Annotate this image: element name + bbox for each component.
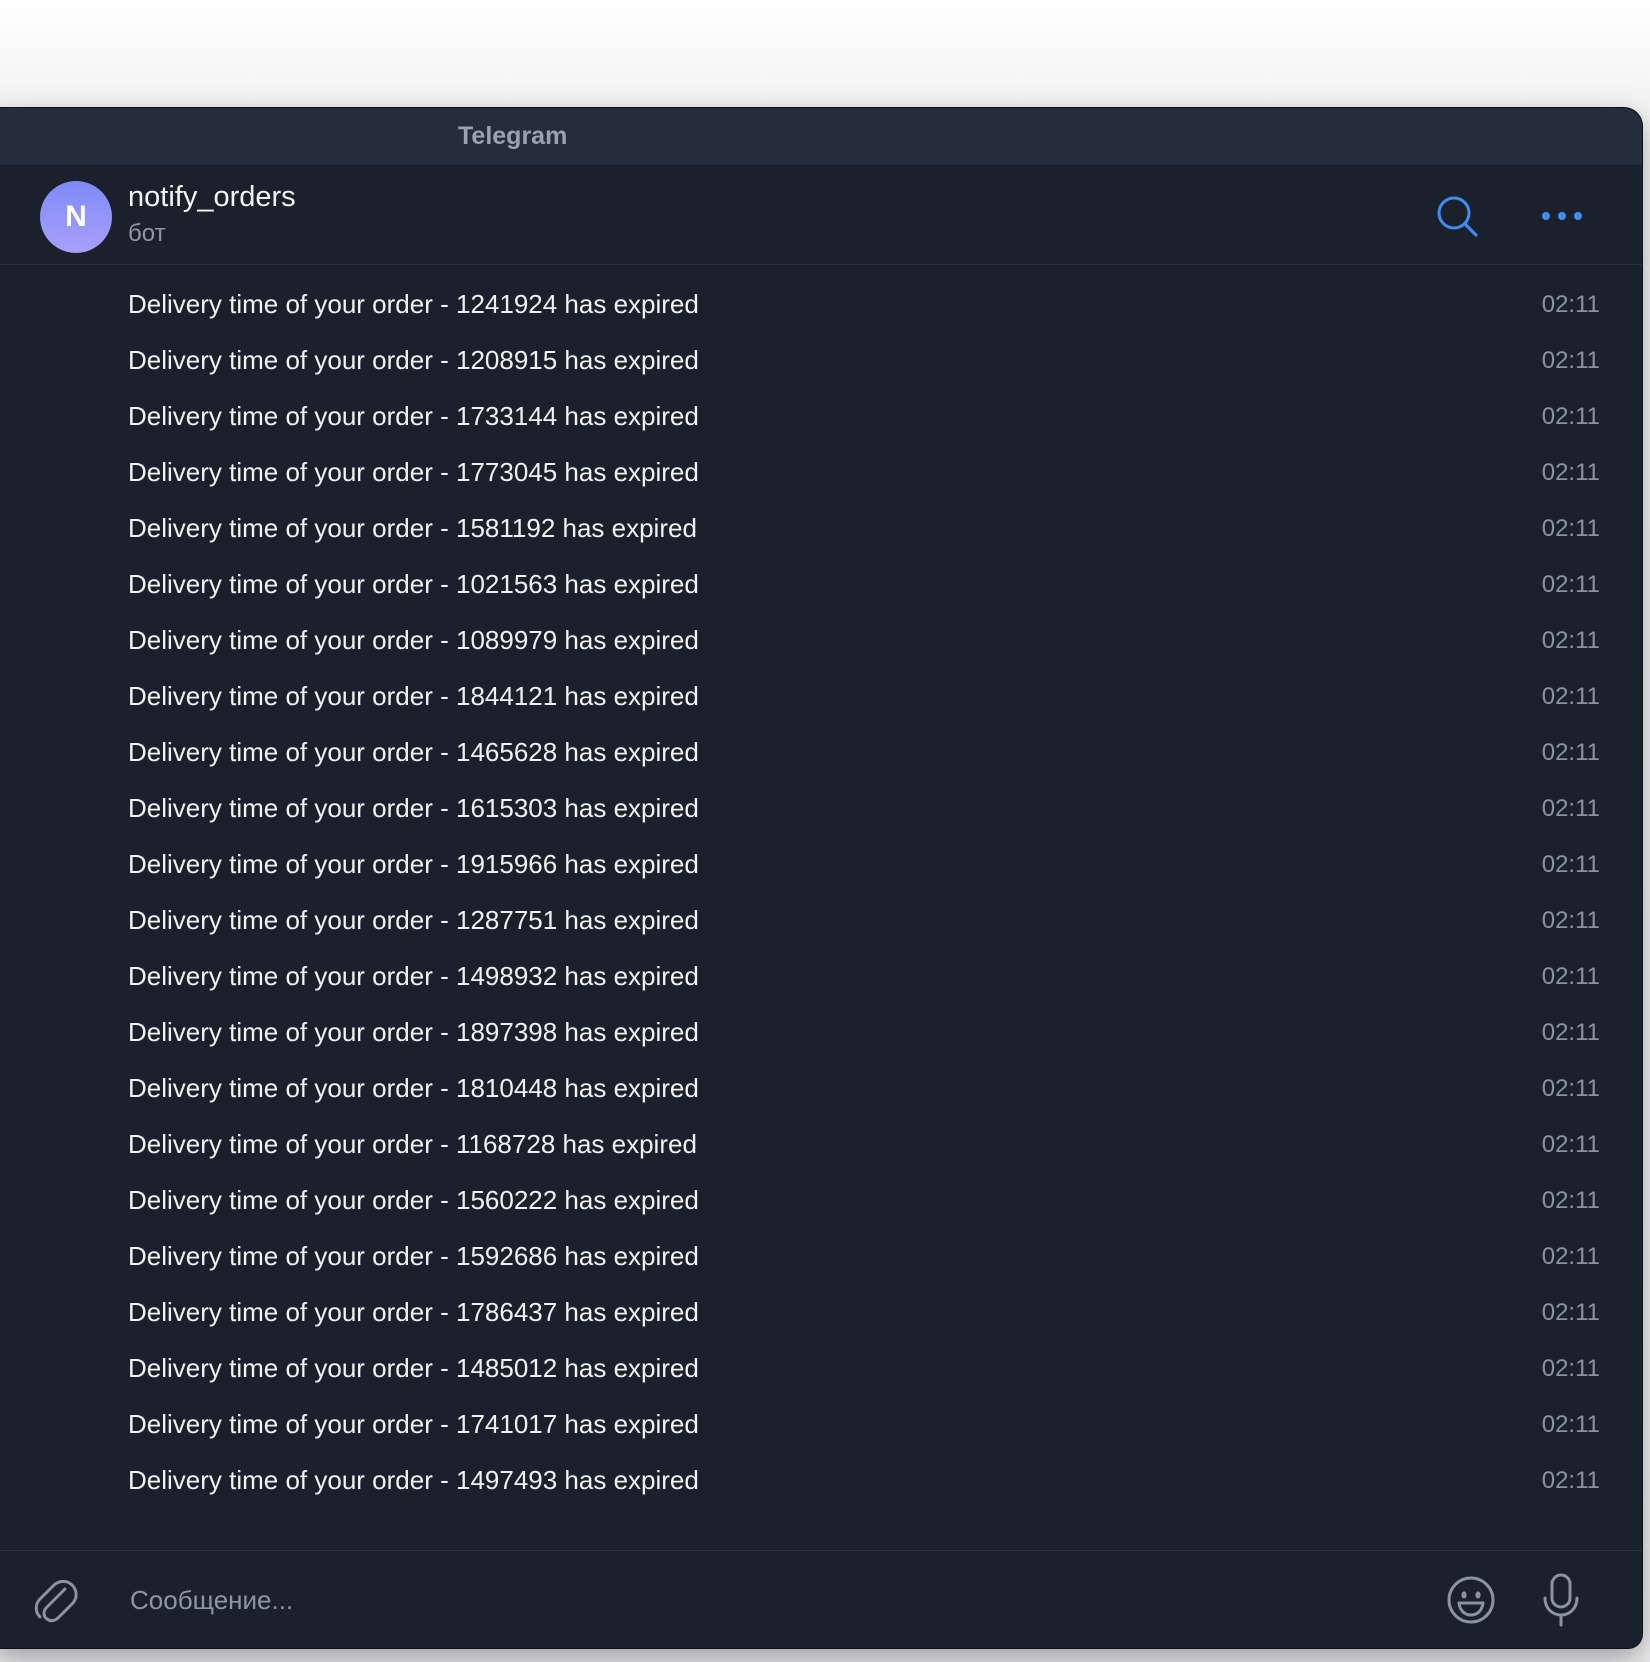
more-options-button[interactable] <box>1537 191 1587 241</box>
chat-header: N notify_orders бот <box>0 165 1642 265</box>
telegram-window: Telegram N notify_orders бот Delivery ti… <box>0 108 1642 1648</box>
window-titlebar[interactable]: Telegram <box>0 108 1642 165</box>
chat-title[interactable]: notify_orders <box>128 181 296 214</box>
message-time: 02:11 <box>1541 1355 1600 1382</box>
message-row[interactable]: Delivery time of your order - 1615303 ha… <box>0 781 1642 837</box>
avatar[interactable]: N <box>40 181 112 253</box>
message-row[interactable]: Delivery time of your order - 1915966 ha… <box>0 837 1642 893</box>
message-time: 02:11 <box>1541 1243 1600 1270</box>
message-time: 02:11 <box>1541 459 1600 486</box>
message-row[interactable]: Delivery time of your order - 1465628 ha… <box>0 725 1642 781</box>
message-time: 02:11 <box>1541 1467 1600 1494</box>
message-text: Delivery time of your order - 1560222 ha… <box>128 1185 699 1215</box>
message-time: 02:11 <box>1541 291 1600 318</box>
message-time: 02:11 <box>1541 683 1600 710</box>
message-text: Delivery time of your order - 1592686 ha… <box>128 1241 699 1271</box>
message-time: 02:11 <box>1541 571 1600 598</box>
message-time: 02:11 <box>1541 1411 1600 1438</box>
message-row[interactable]: Delivery time of your order - 1581192 ha… <box>0 501 1642 557</box>
message-text: Delivery time of your order - 1915966 ha… <box>128 849 699 879</box>
message-row[interactable]: Delivery time of your order - 1733144 ha… <box>0 389 1642 445</box>
message-time: 02:11 <box>1541 515 1600 542</box>
search-button[interactable] <box>1432 191 1482 241</box>
message-time: 02:11 <box>1541 907 1600 934</box>
message-text: Delivery time of your order - 1897398 ha… <box>128 1017 699 1047</box>
message-time: 02:11 <box>1541 963 1600 990</box>
message-text: Delivery time of your order - 1581192 ha… <box>128 513 697 543</box>
message-text: Delivery time of your order - 1208915 ha… <box>128 345 699 375</box>
composer-bar <box>0 1550 1642 1648</box>
message-row[interactable]: Delivery time of your order - 1485012 ha… <box>0 1341 1642 1397</box>
message-time: 02:11 <box>1541 1187 1600 1214</box>
message-list[interactable]: Delivery time of your order - 1241924 ha… <box>0 265 1642 1503</box>
message-row[interactable]: Delivery time of your order - 1560222 ha… <box>0 1173 1642 1229</box>
message-time: 02:11 <box>1541 851 1600 878</box>
message-time: 02:11 <box>1541 795 1600 822</box>
message-row[interactable]: Delivery time of your order - 1810448 ha… <box>0 1061 1642 1117</box>
more-horizontal-icon <box>1542 212 1582 220</box>
message-time: 02:11 <box>1541 1019 1600 1046</box>
message-row[interactable]: Delivery time of your order - 1741017 ha… <box>0 1397 1642 1453</box>
window-title: Telegram <box>458 122 568 150</box>
message-text: Delivery time of your order - 1089979 ha… <box>128 625 699 655</box>
emoji-button[interactable] <box>1444 1573 1498 1627</box>
message-text: Delivery time of your order - 1241924 ha… <box>128 289 699 319</box>
message-time: 02:11 <box>1541 1131 1600 1158</box>
message-text: Delivery time of your order - 1498932 ha… <box>128 961 699 991</box>
message-row[interactable]: Delivery time of your order - 1844121 ha… <box>0 669 1642 725</box>
message-time: 02:11 <box>1541 1075 1600 1102</box>
message-row[interactable]: Delivery time of your order - 1498932 ha… <box>0 949 1642 1005</box>
message-row[interactable]: Delivery time of your order - 1786437 ha… <box>0 1285 1642 1341</box>
message-time: 02:11 <box>1541 627 1600 654</box>
message-row[interactable]: Delivery time of your order - 1592686 ha… <box>0 1229 1642 1285</box>
message-text: Delivery time of your order - 1773045 ha… <box>128 457 699 487</box>
message-text: Delivery time of your order - 1021563 ha… <box>128 569 699 599</box>
voice-message-button[interactable] <box>1534 1571 1588 1629</box>
message-text: Delivery time of your order - 1741017 ha… <box>128 1409 699 1439</box>
microphone-icon <box>1543 1573 1579 1627</box>
message-row[interactable]: Delivery time of your order - 1089979 ha… <box>0 613 1642 669</box>
message-row[interactable]: Delivery time of your order - 1021563 ha… <box>0 557 1642 613</box>
message-row[interactable]: Delivery time of your order - 1897398 ha… <box>0 1005 1642 1061</box>
message-row[interactable]: Delivery time of your order - 1241924 ha… <box>0 277 1642 333</box>
message-text: Delivery time of your order - 1615303 ha… <box>128 793 699 823</box>
message-input[interactable] <box>128 1577 1412 1623</box>
message-time: 02:11 <box>1541 403 1600 430</box>
chat-status: бот <box>128 220 166 247</box>
message-text: Delivery time of your order - 1287751 ha… <box>128 905 699 935</box>
message-text: Delivery time of your order - 1485012 ha… <box>128 1353 699 1383</box>
attach-button[interactable] <box>28 1573 82 1627</box>
smiley-icon <box>1447 1576 1495 1624</box>
message-row[interactable]: Delivery time of your order - 1168728 ha… <box>0 1117 1642 1173</box>
message-time: 02:11 <box>1541 739 1600 766</box>
message-row[interactable]: Delivery time of your order - 1287751 ha… <box>0 893 1642 949</box>
message-text: Delivery time of your order - 1810448 ha… <box>128 1073 699 1103</box>
message-time: 02:11 <box>1541 347 1600 374</box>
message-row[interactable]: Delivery time of your order - 1497493 ha… <box>0 1453 1642 1503</box>
message-text: Delivery time of your order - 1465628 ha… <box>128 737 699 767</box>
search-icon <box>1437 196 1478 237</box>
message-text: Delivery time of your order - 1844121 ha… <box>128 681 699 711</box>
message-text: Delivery time of your order - 1168728 ha… <box>128 1129 697 1159</box>
message-row[interactable]: Delivery time of your order - 1773045 ha… <box>0 445 1642 501</box>
message-row[interactable]: Delivery time of your order - 1208915 ha… <box>0 333 1642 389</box>
message-text: Delivery time of your order - 1786437 ha… <box>128 1297 699 1327</box>
paperclip-icon <box>34 1579 78 1623</box>
message-text: Delivery time of your order - 1733144 ha… <box>128 401 699 431</box>
message-text: Delivery time of your order - 1497493 ha… <box>128 1465 699 1495</box>
message-time: 02:11 <box>1541 1299 1600 1326</box>
